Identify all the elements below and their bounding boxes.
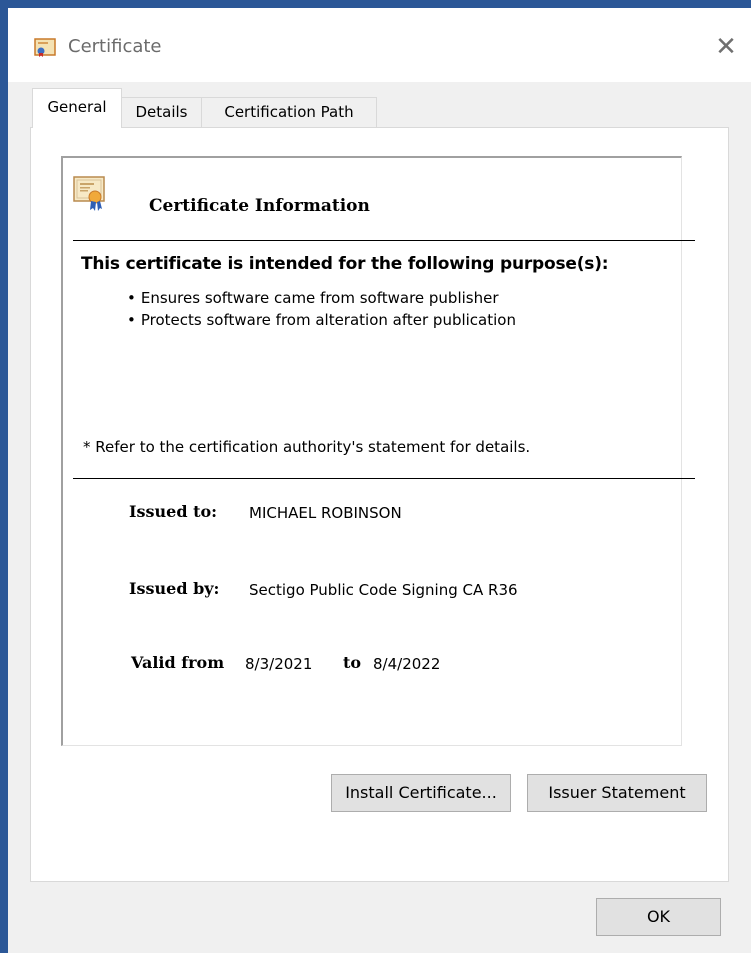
valid-from-value: 8/3/2021 <box>245 655 313 673</box>
issued-to-label: Issued to: <box>129 502 218 521</box>
purpose-item: Protects software from alteration after … <box>127 310 516 332</box>
issued-to-value: MICHAEL ROBINSON <box>249 504 402 522</box>
issuer-statement-button[interactable]: Issuer Statement <box>527 774 707 812</box>
close-icon: ✕ <box>715 32 737 62</box>
valid-from-label: Valid from <box>131 653 225 672</box>
certificate-document-icon <box>73 176 105 212</box>
purpose-heading: This certificate is intended for the fol… <box>81 254 609 274</box>
certificate-information-heading: Certificate Information <box>149 196 370 216</box>
tab-label: Certification Path <box>224 103 354 121</box>
issued-by-label: Issued by: <box>129 579 220 598</box>
general-tab-panel: Certificate Information This certificate… <box>30 127 729 882</box>
title-bar[interactable]: Certificate ✕ <box>8 8 751 82</box>
divider-top <box>73 240 695 241</box>
close-button[interactable]: ✕ <box>711 32 741 62</box>
authority-statement-note: * Refer to the certification authority's… <box>83 438 531 456</box>
tab-general[interactable]: General <box>32 88 122 128</box>
certificate-dialog: Certificate ✕ General Details Certificat… <box>8 8 751 953</box>
tab-certification-path[interactable]: Certification Path <box>201 97 377 127</box>
install-certificate-button[interactable]: Install Certificate... <box>331 774 511 812</box>
tab-label: Details <box>135 103 188 121</box>
ok-button[interactable]: OK <box>596 898 721 936</box>
window-title: Certificate <box>68 36 162 57</box>
divider-bottom <box>73 478 695 479</box>
certificate-icon <box>34 38 56 58</box>
tab-label: General <box>47 98 107 116</box>
tab-details[interactable]: Details <box>121 97 202 127</box>
purpose-list: Ensures software came from software publ… <box>127 288 516 332</box>
valid-to-value: 8/4/2022 <box>373 655 441 673</box>
valid-to-label: to <box>343 653 362 672</box>
certificate-info-box: Certificate Information This certificate… <box>61 156 695 746</box>
purpose-item: Ensures software came from software publ… <box>127 288 516 310</box>
issued-by-value: Sectigo Public Code Signing CA R36 <box>249 581 518 599</box>
